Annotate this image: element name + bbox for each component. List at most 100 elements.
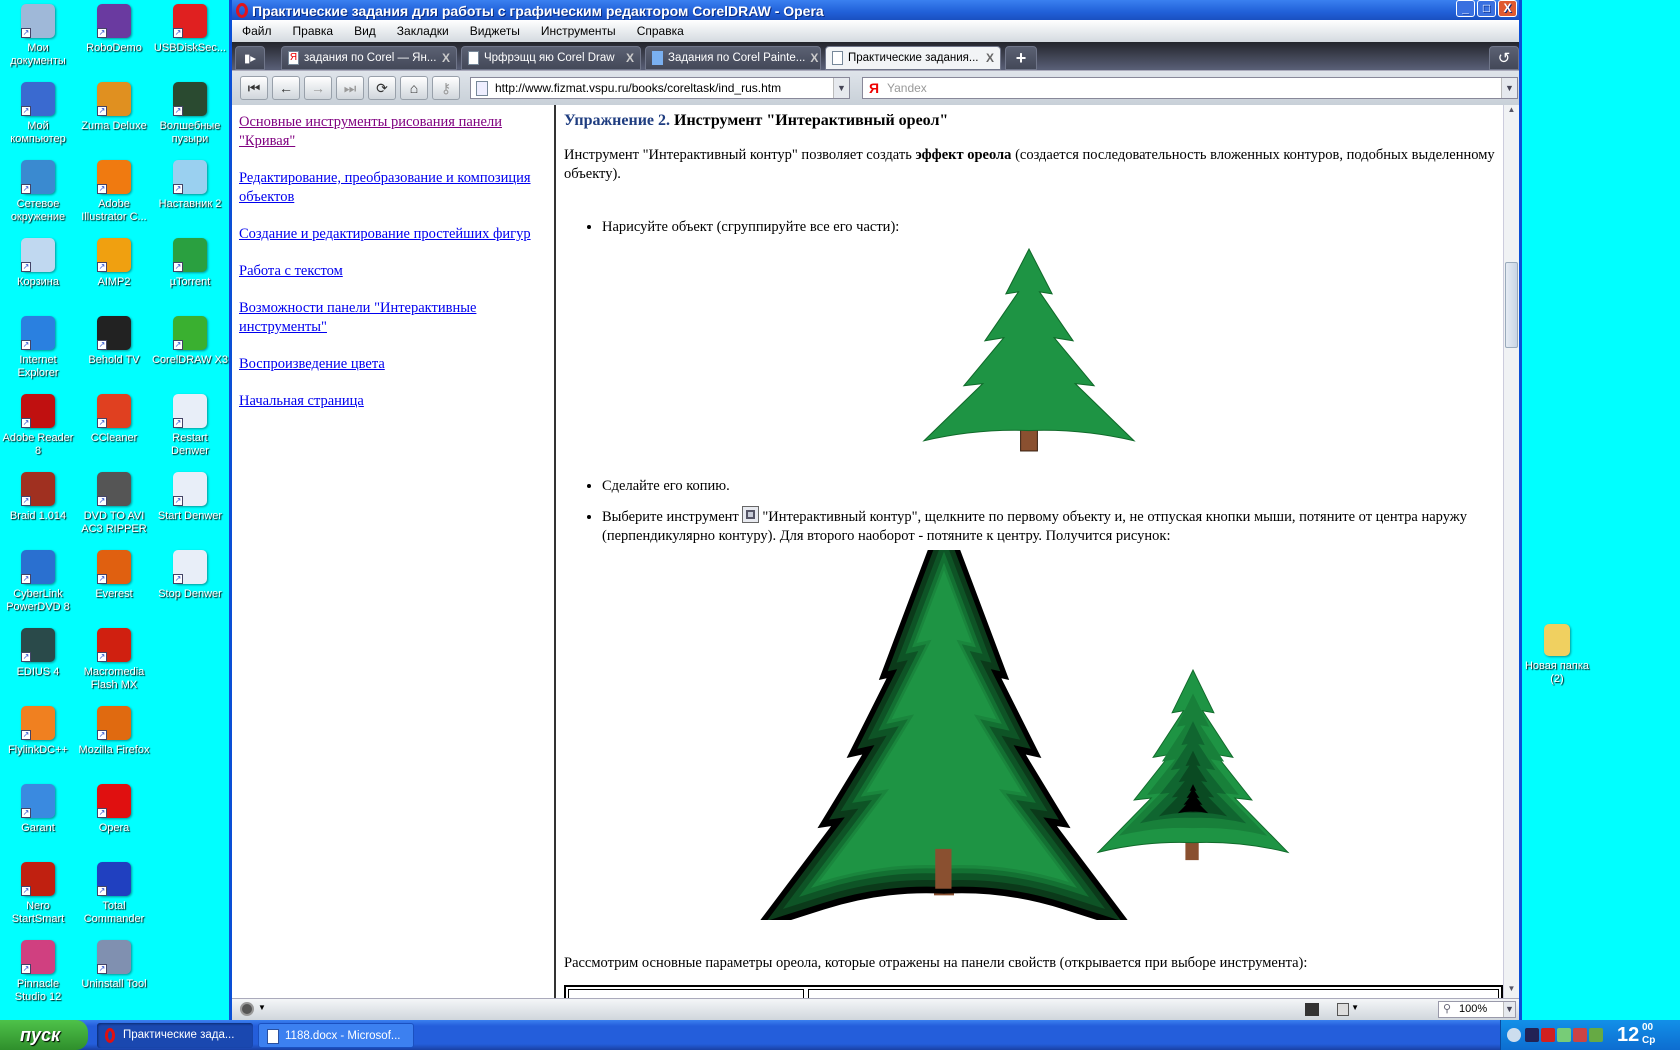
menu-widgets[interactable]: Виджеты xyxy=(470,24,520,38)
desktop-icon[interactable]: ↗ Stop Denwer xyxy=(152,548,228,601)
clock-minutes[interactable]: 00 xyxy=(1642,1022,1653,1033)
utility-icon[interactable] xyxy=(1589,1028,1603,1042)
task-word[interactable]: 1188.docx - Microsof... xyxy=(258,1023,414,1048)
tab-practical-tasks[interactable]: Практические задания... X xyxy=(825,46,1001,70)
nav-link-color[interactable]: Воспроизведение цвета xyxy=(239,355,539,374)
nav-link-home[interactable]: Начальная страница xyxy=(239,392,539,411)
desktop-icon[interactable]: ↗ CCleaner xyxy=(76,392,152,445)
desktop-icon[interactable]: ↗ Сетевое окружение xyxy=(0,158,76,224)
nav-link-simple-shapes[interactable]: Создание и редактирование простейших фиг… xyxy=(239,225,539,244)
desktop-icon[interactable]: ↗ Opera xyxy=(76,782,152,835)
desktop-icon[interactable]: ↗ Mozilla Firefox xyxy=(76,704,152,757)
desktop-icon[interactable]: ↗ Pinnacle Studio 12 xyxy=(0,938,76,1004)
back-icon[interactable]: ← xyxy=(272,76,300,100)
tab-close-icon[interactable]: X xyxy=(986,51,994,65)
desktop-icon[interactable]: ↗ Braid 1.014 xyxy=(0,470,76,523)
desktop-icon[interactable]: ↗ Adobe Reader 8 xyxy=(0,392,76,458)
view-mode-icon[interactable] xyxy=(1305,1003,1319,1016)
desktop-icon[interactable]: ↗ Start Denwer xyxy=(152,470,228,523)
desktop-icon[interactable]: ↗ CyberLink PowerDVD 8 xyxy=(0,548,76,614)
desktop-icon[interactable]: ↗ Macromedia Flash MX xyxy=(76,626,152,692)
task-opera[interactable]: Практические зада... xyxy=(97,1023,253,1048)
desktop-icon[interactable]: ↗ Total Commander xyxy=(76,860,152,926)
menu-edit[interactable]: Правка xyxy=(293,24,334,38)
desktop-icon[interactable]: ↗ RoboDemo xyxy=(76,2,152,55)
home-icon[interactable]: ⌂ xyxy=(400,76,428,100)
zoom-select[interactable]: ⚲ 100% ▼ xyxy=(1438,1001,1516,1018)
agent-icon[interactable] xyxy=(1557,1028,1571,1042)
tab-corel-painter[interactable]: Задания по Corel Painte... X xyxy=(645,46,821,70)
new-tab-button[interactable]: + xyxy=(1005,46,1037,70)
desktop-icon[interactable]: ↗ Мои документы xyxy=(0,2,76,68)
tray-expand-icon[interactable] xyxy=(1507,1028,1521,1042)
desktop-icon[interactable]: ↗ µTorrent xyxy=(152,236,228,289)
desktop-icon[interactable]: ↗ AIMP2 xyxy=(76,236,152,289)
clock-day[interactable]: Ср xyxy=(1642,1035,1655,1046)
chevron-down-icon[interactable]: ▼ xyxy=(833,78,849,98)
fast-forward-icon[interactable]: ⏭ xyxy=(336,76,364,100)
chevron-down-icon[interactable]: ▼ xyxy=(1503,1002,1515,1017)
chevron-down-icon[interactable]: ▼ xyxy=(258,1003,266,1012)
desktop-icon[interactable]: ↗ Adobe Illustrator C... xyxy=(76,158,152,224)
menu-help[interactable]: Справка xyxy=(637,24,684,38)
desktop-icon-new-folder[interactable]: Новая папка (2) xyxy=(1519,622,1595,686)
nav-link-text[interactable]: Работа с текстом xyxy=(239,262,539,281)
page-icon[interactable] xyxy=(1337,1003,1349,1016)
desktop-icon[interactable]: ↗ Behold TV xyxy=(76,314,152,367)
tab-close-icon[interactable]: X xyxy=(626,51,634,65)
kaspersky-icon[interactable] xyxy=(1541,1028,1555,1042)
wand-icon[interactable]: ⚷ xyxy=(432,76,460,100)
scroll-down-icon[interactable]: ▼ xyxy=(1504,984,1519,998)
desktop-icon[interactable]: ↗ EDIUS 4 xyxy=(0,626,76,679)
nav-link-interactive-tools[interactable]: Возможности панели "Интерактивные инстру… xyxy=(239,299,539,337)
search-input[interactable]: Я Yandex ▼ xyxy=(862,77,1518,99)
shortcut-arrow-icon: ↗ xyxy=(21,418,31,428)
desktop-icon[interactable]: ↗ DVD TO AVI AC3 RIPPER xyxy=(76,470,152,536)
desktop-icon[interactable]: ↗ Наставник 2 xyxy=(152,158,228,211)
desktop-icon[interactable]: ↗ Garant xyxy=(0,782,76,835)
desktop-icon[interactable]: ↗ Internet Explorer xyxy=(0,314,76,380)
nav-link-curve-tools[interactable]: Основные инструменты рисования панели "К… xyxy=(239,113,539,151)
maximize-button[interactable]: □ xyxy=(1477,0,1496,17)
desktop-icon[interactable]: ↗ Everest xyxy=(76,548,152,601)
desktop-icon[interactable]: ↗ Волшебные пузыри xyxy=(152,80,228,146)
start-button[interactable]: пуск xyxy=(0,1020,88,1050)
close-button[interactable]: X xyxy=(1498,0,1517,17)
menu-bookmarks[interactable]: Закладки xyxy=(397,24,449,38)
speed-dial-icon[interactable] xyxy=(240,1002,254,1016)
scroll-up-icon[interactable]: ▲ xyxy=(1504,105,1519,119)
rewind-icon[interactable]: ⏮ xyxy=(240,76,268,100)
desktop-icon[interactable]: ↗ Restart Denwer xyxy=(152,392,228,458)
desktop-icon[interactable]: ↗ Nero StartSmart xyxy=(0,860,76,926)
tab-close-icon[interactable]: X xyxy=(810,51,818,65)
vertical-scrollbar[interactable]: ▲ ▼ xyxy=(1503,105,1519,998)
minimize-button[interactable]: _ xyxy=(1456,0,1475,17)
desktop-icon[interactable]: ↗ CorelDRAW X3 xyxy=(152,314,228,367)
tab-yandex[interactable]: Язадания по Corel — Ян... X xyxy=(281,46,457,70)
tab-close-icon[interactable]: X xyxy=(442,51,450,65)
forward-icon[interactable]: → xyxy=(304,76,332,100)
panel-toggle-button[interactable]: ▮▸ xyxy=(235,46,265,70)
tab-label: Чрфрэщц яю Corel Draw xyxy=(484,52,615,64)
desktop-icon[interactable]: ↗ Zuma Deluxe xyxy=(76,80,152,133)
desktop-icon[interactable]: ↗ Uninstall Tool xyxy=(76,938,152,991)
network-icon[interactable] xyxy=(1525,1028,1539,1042)
desktop-icon[interactable]: ↗ USBDiskSec... xyxy=(152,2,228,55)
closed-tabs-button[interactable]: ↺ xyxy=(1489,46,1519,70)
language-flag-icon[interactable] xyxy=(1573,1028,1587,1042)
scrollbar-thumb[interactable] xyxy=(1505,262,1518,348)
address-field[interactable]: http://www.fizmat.vspu.ru/books/coreltas… xyxy=(470,77,850,99)
desktop-icon[interactable]: ↗ Мой компьютер xyxy=(0,80,76,146)
nav-link-editing[interactable]: Редактирование, преобразование и компози… xyxy=(239,169,539,207)
tab-corel-draw[interactable]: Чрфрэщц яю Corel Draw X xyxy=(461,46,641,70)
chevron-down-icon[interactable]: ▼ xyxy=(1501,78,1517,98)
title-bar[interactable]: Практические задания для работы с графич… xyxy=(232,0,1519,20)
chevron-down-icon[interactable]: ▼ xyxy=(1351,1003,1359,1012)
reload-icon[interactable]: ⟳ xyxy=(368,76,396,100)
menu-view[interactable]: Вид xyxy=(354,24,376,38)
desktop-icon[interactable]: ↗ FlylinkDC++ xyxy=(0,704,76,757)
desktop-icon[interactable]: ↗ Корзина xyxy=(0,236,76,289)
menu-file[interactable]: Файл xyxy=(242,24,272,38)
menu-tools[interactable]: Инструменты xyxy=(541,24,616,38)
clock-hours[interactable]: 12 xyxy=(1617,1024,1639,1047)
